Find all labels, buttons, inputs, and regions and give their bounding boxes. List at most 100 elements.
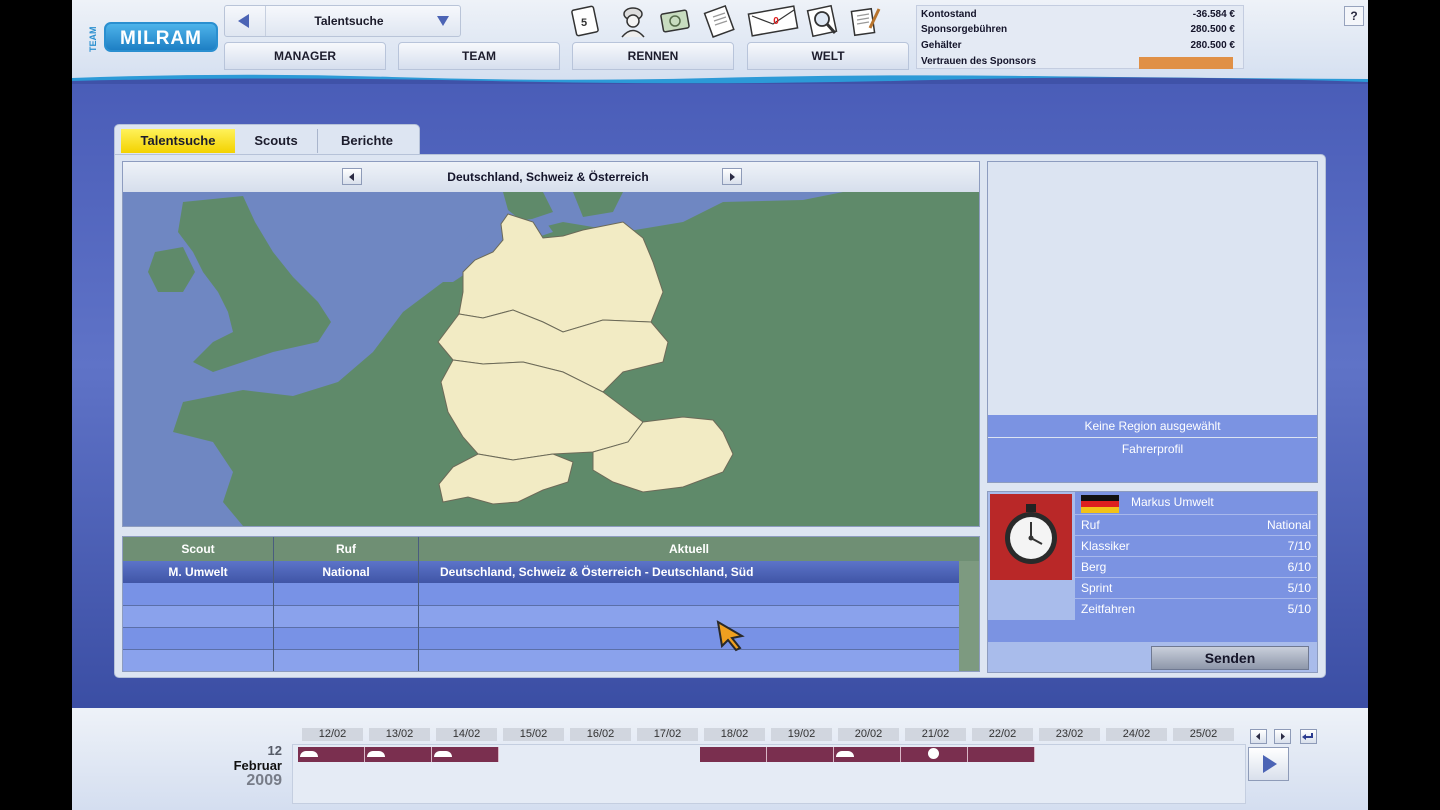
region-info-box: Keine Region ausgewählt Fahrerprofil xyxy=(987,161,1318,483)
race-icon xyxy=(434,751,452,757)
tab-manager[interactable]: MANAGER xyxy=(224,42,386,70)
timeline-event[interactable] xyxy=(767,747,834,762)
no-region-label: Keine Region ausgewählt xyxy=(988,415,1317,437)
stat-label: Sprint xyxy=(1081,581,1113,595)
current-date: 12 Februar 2009 xyxy=(222,743,282,789)
mouse-cursor-icon xyxy=(716,620,745,652)
scout-name-row: Markus Umwelt xyxy=(1075,492,1317,514)
tab-berichte[interactable]: Berichte xyxy=(321,129,413,153)
stat-row: Berg 6/10 xyxy=(1075,556,1317,578)
table-row[interactable]: M. Umwelt National Deutschland, Schweiz … xyxy=(123,561,959,583)
stat-value: 7/10 xyxy=(1287,539,1311,553)
race-icon xyxy=(836,751,854,757)
game-window: TEAM MILRAM Talentsuche MANAGER TEAM REN… xyxy=(72,0,1368,810)
timeline-date: 22/02 xyxy=(972,728,1033,741)
timeline-event[interactable] xyxy=(298,747,365,762)
table-row-empty[interactable] xyxy=(123,627,959,649)
sponsor-trust-bar xyxy=(1139,57,1233,69)
top-bar: TEAM MILRAM Talentsuche MANAGER TEAM REN… xyxy=(72,0,1368,86)
timeline-event[interactable] xyxy=(700,747,767,762)
finance-value: 280.500 € xyxy=(1190,40,1236,51)
timeline-date: 13/02 xyxy=(369,728,430,741)
stat-value: 5/10 xyxy=(1287,581,1311,595)
timeline-date: 19/02 xyxy=(771,728,832,741)
finance-label: Kontostand xyxy=(921,9,977,20)
timeline-prev-button[interactable] xyxy=(1250,729,1267,744)
cell-ruf: National xyxy=(322,565,370,579)
timeline-date: 21/02 xyxy=(905,728,966,741)
notepad-icon[interactable] xyxy=(848,4,882,38)
timeline-next-button[interactable] xyxy=(1274,729,1291,744)
tab-divider xyxy=(317,129,318,153)
timeline-date: 18/02 xyxy=(704,728,765,741)
search-icon[interactable] xyxy=(806,4,840,38)
money-icon[interactable] xyxy=(658,4,692,38)
finance-value: 280.500 € xyxy=(1190,24,1236,35)
scout-table: Scout Ruf Aktuell M. Umwelt National Deu… xyxy=(122,536,980,672)
column-header-aktuell[interactable]: Aktuell xyxy=(419,537,959,561)
tab-team[interactable]: TEAM xyxy=(398,42,560,70)
table-row-empty[interactable] xyxy=(123,605,959,627)
back-arrow-icon[interactable] xyxy=(225,6,266,36)
team-logo: TEAM MILRAM xyxy=(88,20,218,56)
timeline-return-button[interactable] xyxy=(1300,729,1317,744)
stat-label: Berg xyxy=(1081,560,1107,574)
table-row-empty[interactable] xyxy=(123,583,959,605)
cell-scout: M. Umwelt xyxy=(168,565,228,579)
stopwatch-icon xyxy=(990,494,1072,580)
finance-label: Gehälter xyxy=(921,40,962,51)
table-row-empty[interactable] xyxy=(123,649,959,671)
stat-value: 5/10 xyxy=(1287,602,1311,616)
timeline-date: 24/02 xyxy=(1106,728,1167,741)
prev-region-button[interactable] xyxy=(342,168,362,185)
finance-row: Vertrauen des Sponsors xyxy=(921,54,1237,69)
logo-brand: MILRAM xyxy=(104,22,218,52)
race-icon xyxy=(300,751,318,757)
screen-selector-label: Talentsuche xyxy=(314,14,384,28)
tab-rennen[interactable]: RENNEN xyxy=(572,42,734,70)
stat-row: Zeitfahren 5/10 xyxy=(1075,598,1317,620)
column-header-ruf[interactable]: Ruf xyxy=(274,537,418,561)
date-month: Februar xyxy=(233,758,282,773)
column-header-scout[interactable]: Scout xyxy=(123,537,273,561)
logo-team-text: TEAM xyxy=(88,26,98,52)
contract-icon[interactable] xyxy=(702,4,736,38)
stat-row: Ruf National xyxy=(1075,514,1317,536)
stat-label: Klassiker xyxy=(1081,539,1130,553)
stat-row: Sprint 5/10 xyxy=(1075,577,1317,599)
region-map[interactable] xyxy=(123,192,979,526)
calendar-icon[interactable]: 5 xyxy=(568,4,602,38)
timeline-event[interactable] xyxy=(968,747,1035,762)
scout-photo xyxy=(990,494,1072,580)
race-icon xyxy=(367,751,385,757)
send-button[interactable]: Senden xyxy=(1151,646,1309,670)
tab-scouts[interactable]: Scouts xyxy=(239,129,313,153)
stat-label: Zeitfahren xyxy=(1081,602,1136,616)
row-divider xyxy=(123,627,959,628)
tab-talentsuche[interactable]: Talentsuche xyxy=(121,129,235,153)
map-frame: Deutschland, Schweiz & Österreich xyxy=(122,161,980,527)
table-scrollbar[interactable] xyxy=(959,561,979,671)
rider-icon[interactable] xyxy=(616,4,650,38)
column-divider xyxy=(418,537,419,671)
stat-label: Ruf xyxy=(1081,518,1100,532)
tab-welt[interactable]: WELT xyxy=(747,42,909,70)
next-region-button[interactable] xyxy=(722,168,742,185)
germany-flag-icon xyxy=(1081,495,1119,513)
finance-row: Gehälter 280.500 € xyxy=(921,38,1237,53)
timeline-date: 17/02 xyxy=(637,728,698,741)
continue-button[interactable] xyxy=(1248,747,1289,781)
finance-label: Vertrauen des Sponsors xyxy=(921,56,1037,67)
timeline-event[interactable] xyxy=(901,747,968,762)
timeline-date: 14/02 xyxy=(436,728,497,741)
help-button[interactable]: ? xyxy=(1344,6,1364,26)
timeline-event[interactable] xyxy=(834,747,901,762)
timeline-event[interactable] xyxy=(365,747,432,762)
dropdown-arrow-icon[interactable] xyxy=(437,16,449,26)
column-divider xyxy=(273,537,274,671)
stat-row: Klassiker 7/10 xyxy=(1075,535,1317,557)
stat-value: 6/10 xyxy=(1287,560,1311,574)
screen-selector[interactable]: Talentsuche xyxy=(224,5,461,37)
finance-row: Sponsorgebühren 280.500 € xyxy=(921,22,1237,37)
timeline-event[interactable] xyxy=(432,747,499,762)
